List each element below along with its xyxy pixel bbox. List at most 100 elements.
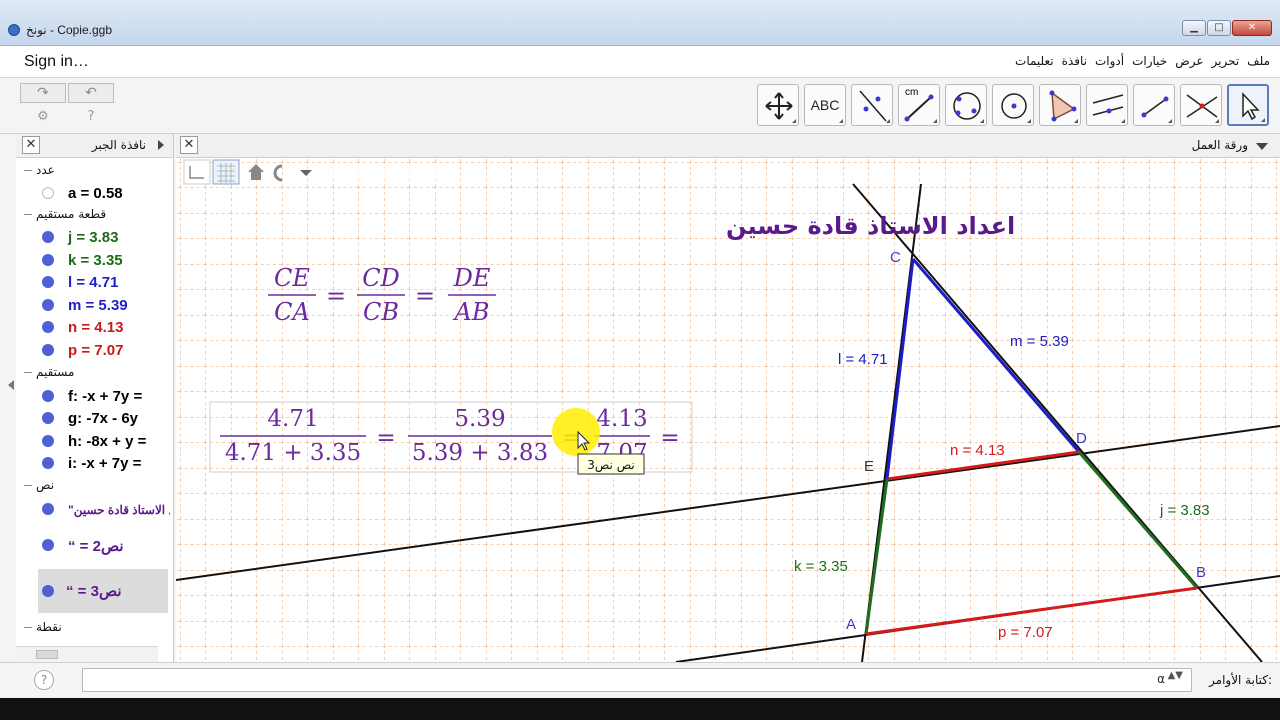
left-dock-arrow-icon[interactable] — [8, 380, 14, 390]
menu-window[interactable]: نافذة — [1062, 54, 1087, 68]
visibility-toggle-icon[interactable] — [42, 344, 54, 356]
algebra-item-l[interactable]: l = 4.71 — [40, 272, 170, 294]
segment-tool[interactable] — [1133, 84, 1175, 126]
numeric-numerator-1: 4.71 — [267, 406, 318, 432]
menu-help[interactable]: تعليمات — [1015, 54, 1054, 68]
algebra-item-f[interactable]: f: -x + 7y = — [40, 386, 170, 408]
menu-view[interactable]: عرض — [1175, 54, 1203, 68]
tool-menu-chevron-icon — [1074, 119, 1078, 123]
maximize-button[interactable]: □ — [1207, 20, 1231, 36]
menu-tools[interactable]: أدوات — [1095, 54, 1124, 68]
visibility-toggle-icon[interactable] — [42, 276, 54, 288]
label-point-a[interactable]: A — [846, 616, 856, 633]
distance-tool-label: cm — [905, 87, 919, 98]
algebra-item-text2[interactable]: “ = نص2 — [40, 533, 170, 559]
algebra-view-title: نافذة الجبر — [91, 138, 146, 152]
label-point-d[interactable]: D — [1076, 430, 1087, 447]
tool-menu-chevron-icon — [792, 119, 796, 123]
polygon-tool[interactable] — [1039, 84, 1081, 126]
label-segment-j: j = 3.83 — [1159, 502, 1210, 519]
algebra-item-p[interactable]: p = 7.07 — [40, 340, 170, 362]
menu-options[interactable]: خيارات — [1132, 54, 1167, 68]
visibility-toggle-icon[interactable] — [42, 539, 54, 551]
move-graphics-tool[interactable] — [757, 84, 799, 126]
algebra-item-h[interactable]: h: -8x + y = — [40, 431, 170, 453]
visibility-toggle-icon[interactable] — [42, 503, 54, 515]
circle-three-points-tool[interactable] — [945, 84, 987, 126]
heading-text[interactable]: اعداد الاستاذ قادة حسين — [726, 212, 1015, 240]
label-segment-p: p = 7.07 — [998, 624, 1053, 641]
category-point[interactable]: نقطة — [24, 620, 62, 634]
algebra-item-text3[interactable]: “ = نص3 — [38, 569, 168, 613]
visibility-toggle-icon[interactable] — [42, 390, 54, 402]
move-tool[interactable] — [1227, 84, 1269, 126]
help-icon[interactable]: ? — [83, 109, 99, 125]
parallel-line-tool[interactable] — [1086, 84, 1128, 126]
chevron-down-icon[interactable] — [1256, 143, 1268, 150]
menu-bar: Sign in… ملف تحرير عرض خيارات أدوات نافذ… — [0, 46, 1280, 78]
algebra-horizontal-scrollbar[interactable] — [16, 646, 158, 662]
minimize-button[interactable]: ▁ — [1182, 20, 1206, 36]
menu-items: ملف تحرير عرض خيارات أدوات نافذة تعليمات — [1015, 54, 1270, 68]
menu-edit[interactable]: تحرير — [1212, 54, 1240, 68]
scrollbar-thumb[interactable] — [36, 650, 58, 659]
ratio-formula[interactable]: CE CA = CD CB = DE AB — [268, 264, 496, 326]
label-point-b[interactable]: B — [1196, 564, 1206, 581]
equals-sign: = — [376, 425, 395, 451]
visibility-toggle-icon[interactable] — [42, 457, 54, 469]
close-window-button[interactable]: ✕ — [1232, 20, 1272, 36]
category-segment[interactable]: قطعة مستقيم — [24, 207, 106, 221]
visibility-toggle-icon[interactable] — [42, 254, 54, 266]
algebra-item-a[interactable]: a = 0.58 — [40, 183, 170, 205]
algebra-item-j[interactable]: j = 3.83 — [40, 227, 170, 249]
label-point-e[interactable]: E — [864, 458, 874, 475]
numeric-numerator-3: 4.13 — [596, 406, 647, 432]
graphics-view[interactable]: l = 4.71 m = 5.39 n = 4.13 j = 3.83 k = … — [176, 158, 1280, 662]
input-help-icon[interactable]: ? — [34, 670, 54, 690]
visibility-toggle-icon[interactable] — [42, 321, 54, 333]
distance-tool[interactable]: cm — [898, 84, 940, 126]
algebra-item-n[interactable]: n = 4.13 — [40, 317, 170, 339]
ratio-denominator-2: CB — [363, 298, 399, 326]
category-text[interactable]: نص — [24, 478, 54, 492]
command-input[interactable]: α ▲▼ — [82, 668, 1192, 692]
algebra-item-i[interactable]: i: -x + 7y = — [40, 453, 170, 475]
close-algebra-view-button[interactable]: ✕ — [22, 136, 40, 154]
alpha-symbol-button[interactable]: α — [1157, 672, 1165, 686]
visibility-toggle-icon[interactable] — [42, 585, 54, 597]
redo-button[interactable]: ↷ — [20, 83, 66, 103]
algebra-item-k[interactable]: k = 3.35 — [40, 250, 170, 272]
sign-in-link[interactable]: Sign in… — [24, 53, 89, 71]
close-graphics-view-button[interactable]: ✕ — [180, 136, 198, 154]
collapse-arrow-icon[interactable] — [158, 140, 164, 150]
reflect-tool[interactable] — [851, 84, 893, 126]
algebra-item-g[interactable]: g: -7x - 6y — [40, 408, 170, 430]
numeric-denominator-1: 4.71 + 3.35 — [225, 440, 361, 466]
tool-menu-chevron-icon — [1121, 119, 1125, 123]
menu-file[interactable]: ملف — [1247, 54, 1270, 68]
algebra-item-m[interactable]: m = 5.39 — [40, 295, 170, 317]
label-point-c[interactable]: C — [890, 249, 901, 266]
numeric-denominator-2: 5.39 + 3.83 — [412, 440, 548, 466]
visibility-toggle-icon[interactable] — [42, 435, 54, 447]
circle-center-tool[interactable] — [992, 84, 1034, 126]
tool-menu-chevron-icon — [1215, 119, 1219, 123]
category-number[interactable]: عدد — [24, 163, 55, 177]
gear-icon[interactable]: ⚙ — [35, 109, 51, 125]
visibility-toggle-icon[interactable] — [42, 187, 54, 199]
history-updown-icon[interactable]: ▲▼ — [1168, 671, 1183, 681]
text-tool[interactable]: ABC — [804, 84, 846, 126]
category-line[interactable]: مستقيم — [24, 365, 74, 379]
ratio-numerator-2: CD — [362, 264, 400, 292]
algebra-view: ✕ نافذة الجبر عدد a = 0.58 قطعة مستقيم j… — [16, 134, 174, 662]
geometry-canvas[interactable]: l = 4.71 m = 5.39 n = 4.13 j = 3.83 k = … — [176, 158, 1280, 662]
undo-button[interactable]: ↶ — [68, 83, 114, 103]
visibility-toggle-icon[interactable] — [42, 299, 54, 311]
intersect-tool[interactable] — [1180, 84, 1222, 126]
algebra-item-text1[interactable]: "اعداد الاستاذ قادة حسين" — [40, 499, 170, 521]
axes-toggle-button[interactable] — [183, 159, 211, 185]
label-segment-k: k = 3.35 — [794, 558, 848, 575]
numeric-numerator-2: 5.39 — [454, 406, 505, 432]
visibility-toggle-icon[interactable] — [42, 231, 54, 243]
visibility-toggle-icon[interactable] — [42, 412, 54, 424]
